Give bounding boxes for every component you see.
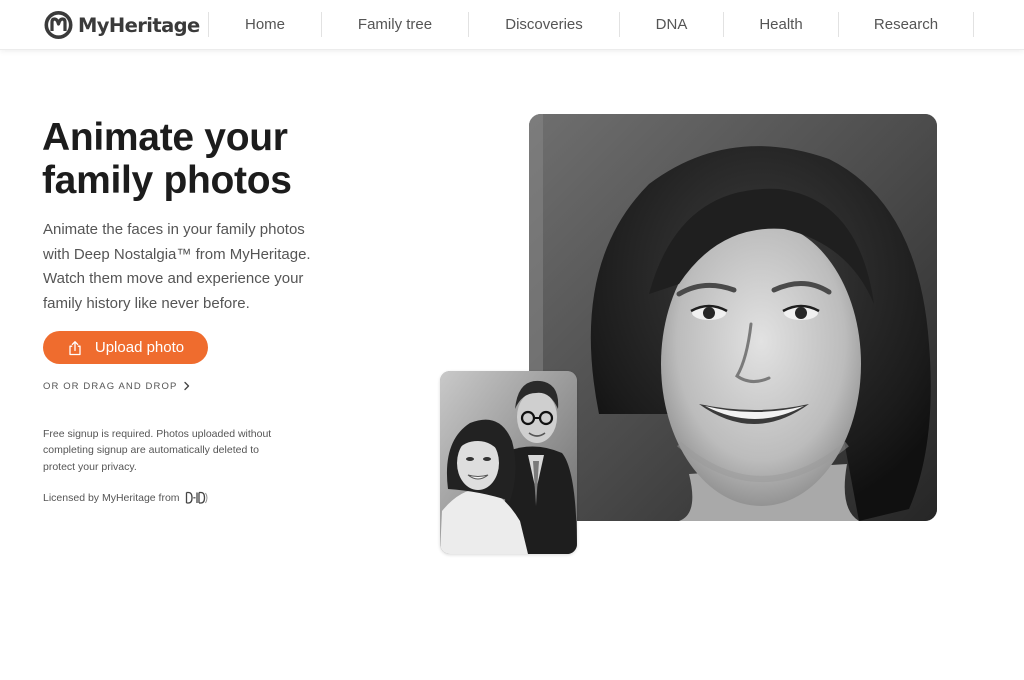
myheritage-logo[interactable]: MyHeritage — [44, 11, 200, 39]
couple-photo-inset — [440, 371, 577, 554]
portrait-illustration — [529, 114, 937, 521]
upload-photo-label: Upload photo — [94, 339, 185, 356]
nav-research[interactable]: Research — [839, 12, 974, 37]
drag-and-drop-label: OR OR DRAG AND DROP — [43, 380, 178, 392]
license-label: Licensed by MyHeritage from — [43, 492, 180, 504]
couple-illustration — [440, 371, 577, 554]
nav-health[interactable]: Health — [724, 12, 839, 37]
myheritage-logo-icon — [44, 11, 73, 39]
nav-dna[interactable]: DNA — [620, 12, 724, 37]
nav-family-tree[interactable]: Family tree — [322, 12, 469, 37]
chevron-right-icon — [184, 381, 190, 391]
site-header: MyHeritage Home Family tree Discoveries … — [0, 0, 1024, 50]
main-nav: Home Family tree Discoveries DNA Health … — [208, 12, 974, 37]
brand-name: MyHeritage — [78, 13, 200, 37]
license-line: Licensed by MyHeritage from — [43, 490, 209, 506]
nav-discoveries[interactable]: Discoveries — [469, 12, 620, 37]
upload-photo-button[interactable]: Upload photo — [43, 331, 208, 364]
upload-icon — [69, 340, 81, 355]
privacy-note: Free signup is required. Photos uploaded… — [43, 428, 272, 473]
page-title: Animate your family photos — [42, 116, 292, 202]
d-id-logo-icon — [185, 491, 208, 504]
nav-home[interactable]: Home — [209, 12, 322, 37]
portrait-photo-main — [529, 114, 937, 521]
drag-and-drop-link[interactable]: OR OR DRAG AND DROP — [43, 380, 191, 392]
hero-description: Animate the faces in your family photos … — [43, 221, 311, 312]
